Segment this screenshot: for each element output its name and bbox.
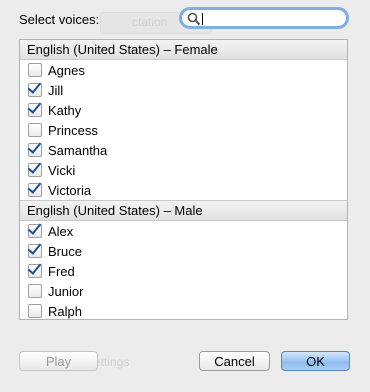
background-settings-label: ettings	[94, 355, 130, 369]
voice-row[interactable]: Victoria	[20, 180, 347, 200]
voice-row[interactable]: Kathy	[20, 100, 347, 120]
voice-label: Vicki	[48, 162, 76, 178]
voice-label: Agnes	[48, 62, 85, 78]
voice-row[interactable]: Agnes	[20, 60, 347, 80]
voice-checkbox[interactable]	[28, 143, 42, 157]
voice-label: Kathy	[48, 102, 82, 118]
voice-row[interactable]: Vicki	[20, 160, 347, 180]
background-tab-label: ctation	[132, 15, 168, 29]
voice-checkbox[interactable]	[28, 304, 42, 318]
voice-checkbox[interactable]	[28, 63, 42, 77]
voice-label: Jill	[48, 82, 64, 98]
voice-checkbox[interactable]	[28, 83, 42, 97]
voice-row[interactable]: Ralph	[20, 301, 347, 321]
voice-checkbox[interactable]	[28, 244, 42, 258]
voice-row[interactable]: Jill	[20, 80, 347, 100]
group-header-female: English (United States) – Female	[20, 40, 347, 60]
voice-label: Samantha	[48, 142, 108, 158]
ok-button[interactable]: OK	[281, 351, 350, 371]
voice-checkbox[interactable]	[28, 183, 42, 197]
voice-label: Bruce	[48, 243, 82, 259]
voice-label: Victoria	[48, 182, 92, 198]
voice-label: Alex	[48, 223, 74, 239]
voice-row[interactable]: Fred	[20, 261, 347, 281]
voice-list[interactable]: English (United States) – Female Agnes Ji…	[19, 39, 348, 320]
search-input[interactable]	[204, 11, 334, 25]
cancel-button[interactable]: Cancel	[199, 351, 270, 371]
group-header-male: English (United States) – Male	[20, 200, 347, 221]
voice-checkbox[interactable]	[28, 284, 42, 298]
text-caret	[202, 13, 203, 25]
voice-label: Junior	[48, 283, 84, 299]
select-voices-label: Select voices:	[19, 12, 100, 27]
voice-row[interactable]: Samantha	[20, 140, 347, 160]
voice-checkbox[interactable]	[28, 264, 42, 278]
voice-row[interactable]: Princess	[20, 120, 347, 140]
play-button[interactable]: Play	[19, 351, 98, 371]
voice-label: Ralph	[48, 303, 82, 319]
voice-checkbox[interactable]	[28, 103, 42, 117]
voice-label: Princess	[48, 122, 98, 138]
voice-row[interactable]: Junior	[20, 281, 347, 301]
voice-checkbox[interactable]	[28, 224, 42, 238]
voice-checkbox[interactable]	[28, 123, 42, 137]
voice-label: Fred	[48, 263, 75, 279]
voice-row[interactable]: Alex	[20, 221, 347, 241]
search-icon	[187, 12, 201, 26]
voice-checkbox[interactable]	[28, 163, 42, 177]
search-field[interactable]	[179, 7, 349, 29]
voice-row[interactable]: Bruce	[20, 241, 347, 261]
